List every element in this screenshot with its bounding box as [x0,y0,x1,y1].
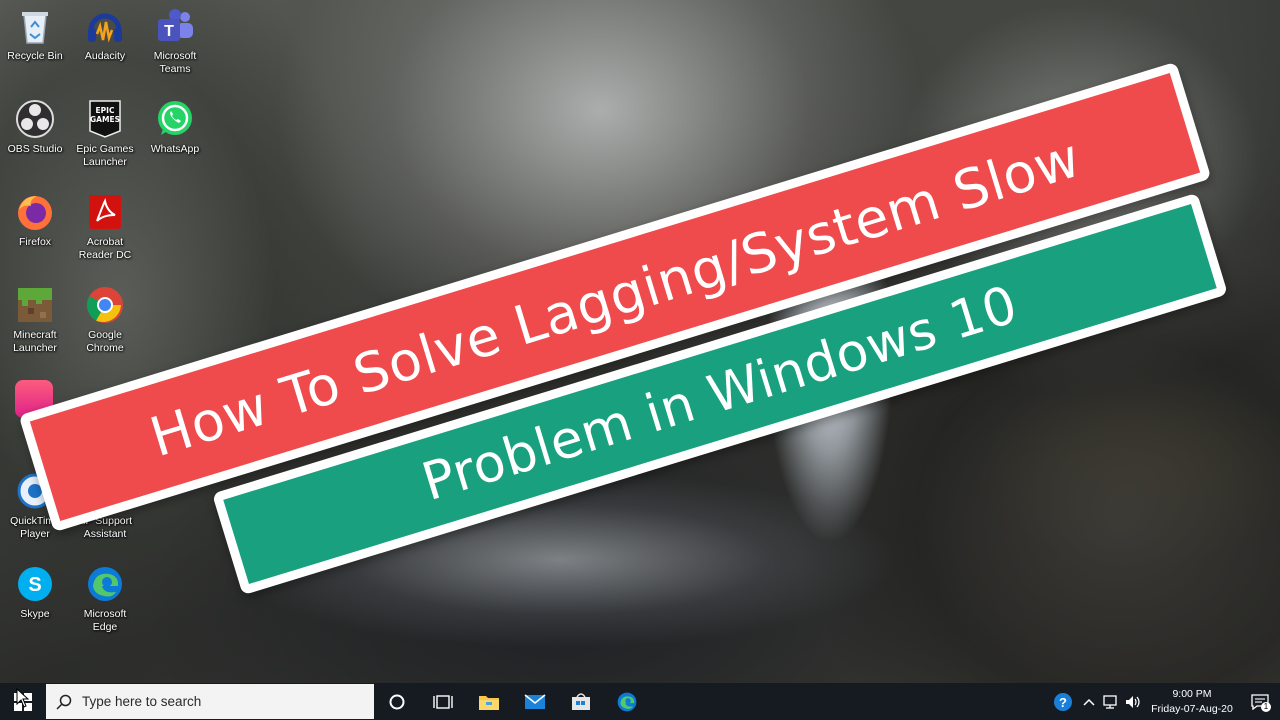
desktop-icon-label: Acrobat Reader DC [78,236,132,261]
clock-date: Friday-07-Aug-20 [1151,702,1233,715]
cortana-icon [389,694,405,709]
svg-text:?: ? [1059,695,1067,710]
skype-icon: S [15,564,55,604]
desktop-icon-label: Firefox [18,236,52,248]
desktop-icon-label: Audacity [84,50,126,62]
desktop-icon-label: WhatsApp [150,143,200,155]
desktop-icon-label: Microsoft Teams [153,50,197,75]
chevron-up-icon [1083,698,1095,706]
desktop-icon-minecraft[interactable]: Minecraft Launcher [0,279,70,367]
desktop-icon-acrobat[interactable]: Acrobat Reader DC [70,186,140,274]
chrome-icon [85,285,125,325]
taskbar-search-box[interactable]: Type here to search [46,684,374,719]
help-tray-button[interactable]: ? [1048,683,1078,720]
edge-icon [617,692,637,711]
store-icon [572,692,590,710]
minecraft-icon [15,285,55,325]
desktop-icon-whatsapp[interactable]: WhatsApp [140,93,210,181]
desktop-icon-label: Recycle Bin [7,50,63,62]
task-view-icon [433,694,453,709]
desktop-icon-edge[interactable]: Microsoft Edge [70,558,140,646]
search-icon [56,694,72,710]
firefox-icon [15,192,55,232]
recycle-bin-icon [15,6,55,46]
desktop-icon-label: Minecraft Launcher [13,329,57,354]
acrobat-icon [85,192,125,232]
desktop-icon-label: Skype [20,608,50,620]
obs-icon [15,99,55,139]
network-tray-button[interactable] [1100,683,1122,720]
taskbar-clock[interactable]: 9:00 PM Friday-07-Aug-20 [1144,683,1240,720]
network-icon [1103,694,1117,709]
taskbar: Type here to search ? 9:00 PM Friday-07-… [0,683,1280,720]
svg-text:S: S [28,574,41,596]
desktop-icon-obs-studio[interactable]: OBS Studio [0,93,70,181]
volume-tray-button[interactable] [1122,683,1144,720]
search-placeholder: Type here to search [82,694,202,709]
desktop-icon-audacity[interactable]: Audacity [70,0,140,88]
clock-time: 9:00 PM [1172,687,1212,700]
desktop-icon-label: Google Chrome [86,329,124,354]
edge-icon [85,564,125,604]
desktop-icon-label: OBS Studio [7,143,63,155]
desktop-icon-label: Microsoft Edge [83,608,127,633]
cortana-button[interactable] [374,683,420,720]
desktop-icon-chrome[interactable]: Google Chrome [70,279,140,367]
desktop-icon-teams[interactable]: T Microsoft Teams [140,0,210,88]
mail-button[interactable] [512,683,558,720]
system-tray: ? 9:00 PM Friday-07-Aug-20 1 [1048,683,1280,720]
notification-count-badge: 1 [1261,702,1271,712]
speaker-icon [1126,695,1140,708]
desktop-icon-recycle-bin[interactable]: Recycle Bin [0,0,70,88]
whatsapp-icon [155,99,195,139]
desktop-icon-label: Epic Games Launcher [76,143,134,168]
epic-games-logo-text: EPIC GAMES [90,106,120,124]
show-hidden-icons-button[interactable] [1078,683,1100,720]
audacity-icon [85,6,125,46]
desktop-icon-firefox[interactable]: Firefox [0,186,70,274]
action-center-button[interactable]: 1 [1240,683,1280,720]
task-view-button[interactable] [420,683,466,720]
store-button[interactable] [558,683,604,720]
taskbar-edge-button[interactable] [604,683,650,720]
file-explorer-button[interactable] [466,683,512,720]
mail-icon [524,693,546,709]
desktop-icon-skype[interactable]: S Skype [0,558,70,646]
svg-text:T: T [164,23,174,40]
help-icon: ? [1054,692,1072,711]
teams-icon: T [155,6,195,46]
mouse-cursor-icon [16,688,30,708]
file-explorer-icon [479,695,499,710]
